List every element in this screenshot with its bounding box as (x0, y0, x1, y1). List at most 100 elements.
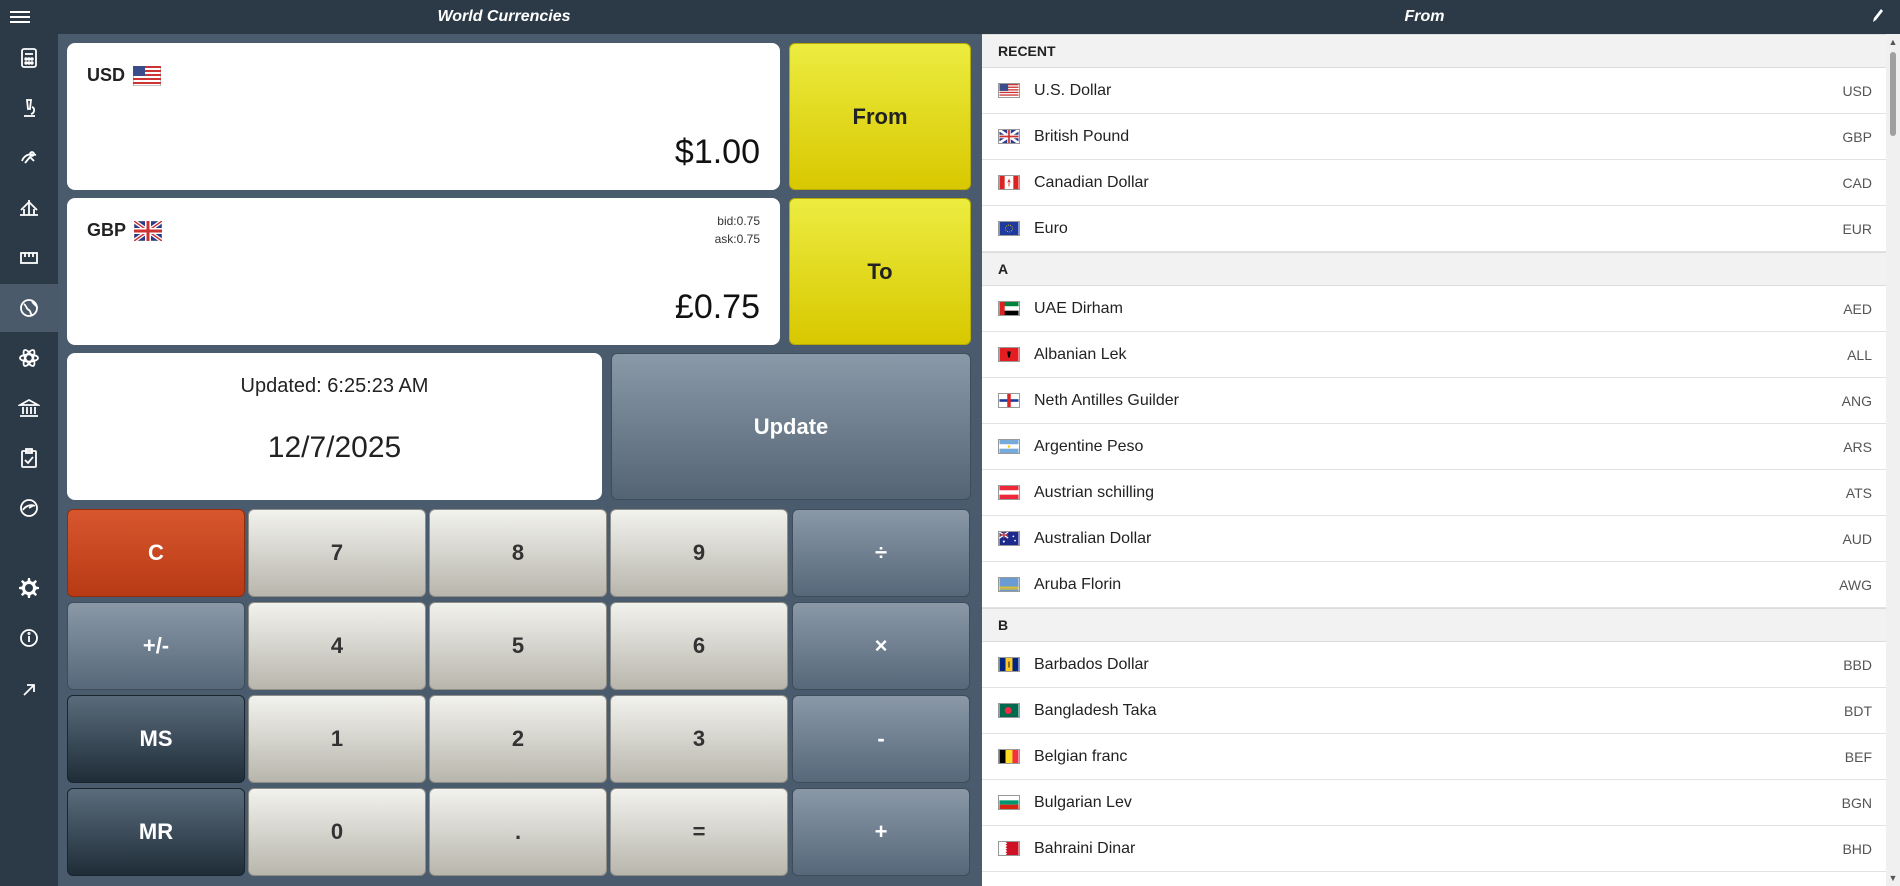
currency-name: Bangladesh Taka (1034, 701, 1157, 719)
list-item[interactable]: British Pound GBP (982, 114, 1886, 160)
canada-flag-icon (998, 175, 1020, 190)
sidebar-item-finance[interactable] (0, 384, 58, 432)
uae-flag-icon (998, 301, 1020, 316)
currency-name: UAE Dirham (1034, 299, 1123, 317)
currency-code: BDT (1844, 702, 1872, 719)
page-title: World Currencies (437, 8, 571, 25)
memory-store-button[interactable]: MS (67, 695, 245, 783)
key-5[interactable]: 5 (429, 602, 607, 690)
title-bar: World Currencies From (0, 0, 1900, 34)
plus-button[interactable]: + (792, 788, 970, 876)
from-currency-card[interactable]: USD $1.00 (67, 43, 780, 190)
list-item[interactable]: Albanian Lek ALL (982, 332, 1886, 378)
section-header-a: A (982, 252, 1886, 286)
aruba-flag-icon (998, 577, 1020, 592)
minus-button[interactable]: - (792, 695, 970, 783)
currency-list: RECENT U.S. Dollar USD British Pound GBP… (982, 34, 1886, 886)
from-currency-code: USD (87, 65, 126, 85)
divide-button[interactable]: ÷ (792, 509, 970, 597)
uk-flag-icon (998, 129, 1020, 144)
list-item[interactable]: Australian Dollar AUD (982, 516, 1886, 562)
key-3[interactable]: 3 (610, 695, 788, 783)
multiply-button[interactable]: × (792, 602, 970, 690)
memory-recall-button[interactable]: MR (67, 788, 245, 876)
update-button[interactable]: Update (611, 353, 971, 500)
key-0[interactable]: 0 (248, 788, 426, 876)
expand-arrow-icon (23, 684, 35, 696)
list-item[interactable]: Bangladesh Taka BDT (982, 688, 1886, 734)
albania-flag-icon (998, 347, 1020, 362)
key-9[interactable]: 9 (610, 509, 788, 597)
updated-date: 12/7/2025 (267, 431, 402, 464)
clear-button[interactable]: C (67, 509, 245, 597)
currency-name: Canadian Dollar (1034, 173, 1149, 191)
to-currency-code: GBP (87, 220, 127, 240)
list-title: From (1404, 8, 1445, 25)
currency-code: AWG (1839, 576, 1872, 593)
list-item[interactable]: Argentine Peso ARS (982, 424, 1886, 470)
key-2[interactable]: 2 (429, 695, 607, 783)
key-8[interactable]: 8 (429, 509, 607, 597)
microscope-icon (24, 99, 36, 117)
sidebar-item-tasks[interactable] (0, 434, 58, 482)
key-6[interactable]: 6 (610, 602, 788, 690)
sidebar-item-settings[interactable] (0, 564, 58, 612)
key-7[interactable]: 7 (248, 509, 426, 597)
currency-code: GBP (1842, 128, 1872, 145)
sidebar-item-expand[interactable] (0, 666, 58, 714)
sidebar-item-scientific[interactable] (0, 84, 58, 132)
list-item[interactable]: Bulgarian Lev BGN (982, 780, 1886, 826)
sidebar-item-measure[interactable] (0, 234, 58, 282)
update-status-card: Updated: 6:25:23 AM 12/7/2025 (67, 353, 602, 500)
sidebar-item-calculator[interactable] (0, 34, 58, 82)
scroll-up-icon[interactable]: ▲ (1888, 38, 1898, 47)
currency-name: Bulgarian Lev (1034, 793, 1132, 811)
list-item[interactable]: Austrian schilling ATS (982, 470, 1886, 516)
sign-toggle-button[interactable]: +/- (67, 602, 245, 690)
sidebar-item-info[interactable] (0, 614, 58, 662)
list-item[interactable]: Barbados Dollar BBD (982, 642, 1886, 688)
gear-icon (19, 578, 39, 598)
list-item[interactable]: Bahraini Dinar BHD (982, 826, 1886, 872)
list-item[interactable]: UAE Dirham AED (982, 286, 1886, 332)
currency-name: Neth Antilles Guilder (1034, 391, 1179, 409)
bangladesh-flag-icon (998, 703, 1020, 718)
sidebar-item-science[interactable] (0, 334, 58, 382)
list-item[interactable]: U.S. Dollar USD (982, 68, 1886, 114)
argentina-flag-icon (998, 439, 1020, 454)
currency-name: Aruba Florin (1034, 575, 1122, 593)
currency-name: British Pound (1034, 127, 1130, 145)
us-flag-icon (998, 83, 1020, 98)
currency-code: USD (1842, 82, 1872, 99)
scrollbar-thumb[interactable] (1890, 52, 1896, 136)
belgium-flag-icon (998, 749, 1020, 764)
to-currency-card[interactable]: GBP bid:0.75 ask:0.75 £0.75 (67, 198, 780, 345)
edit-pencil-icon[interactable] (1872, 8, 1884, 26)
list-item[interactable]: Belgian franc BEF (982, 734, 1886, 780)
from-button[interactable]: From (789, 43, 971, 190)
key-1[interactable]: 1 (248, 695, 426, 783)
key-4[interactable]: 4 (248, 602, 426, 690)
currency-name: Euro (1034, 219, 1068, 237)
sidebar-item-construction[interactable] (0, 184, 58, 232)
bahrain-flag-icon (998, 841, 1020, 856)
sidebar-item-currencies[interactable] (0, 284, 58, 332)
to-amount: £0.75 (674, 288, 760, 326)
sidebar-item-network[interactable] (0, 484, 58, 532)
list-item[interactable]: Aruba Florin AWG (982, 562, 1886, 608)
list-item[interactable]: Canadian Dollar CAD (982, 160, 1886, 206)
currency-code: BGN (1841, 794, 1872, 811)
scroll-down-icon[interactable]: ▼ (1888, 874, 1898, 883)
currency-code: CAD (1842, 174, 1872, 191)
equals-button[interactable]: = (610, 788, 788, 876)
currency-name: Albanian Lek (1034, 345, 1127, 363)
sidebar (0, 34, 58, 886)
currency-code: BEF (1844, 748, 1872, 765)
to-button[interactable]: To (789, 198, 971, 345)
sidebar-item-fun[interactable] (0, 134, 58, 182)
list-scrollbar[interactable]: ▲ ▼ (1886, 34, 1900, 886)
decimal-button[interactable]: . (429, 788, 607, 876)
list-item[interactable]: Euro EUR (982, 206, 1886, 252)
bridge-icon (20, 200, 38, 216)
list-item[interactable]: Neth Antilles Guilder ANG (982, 378, 1886, 424)
